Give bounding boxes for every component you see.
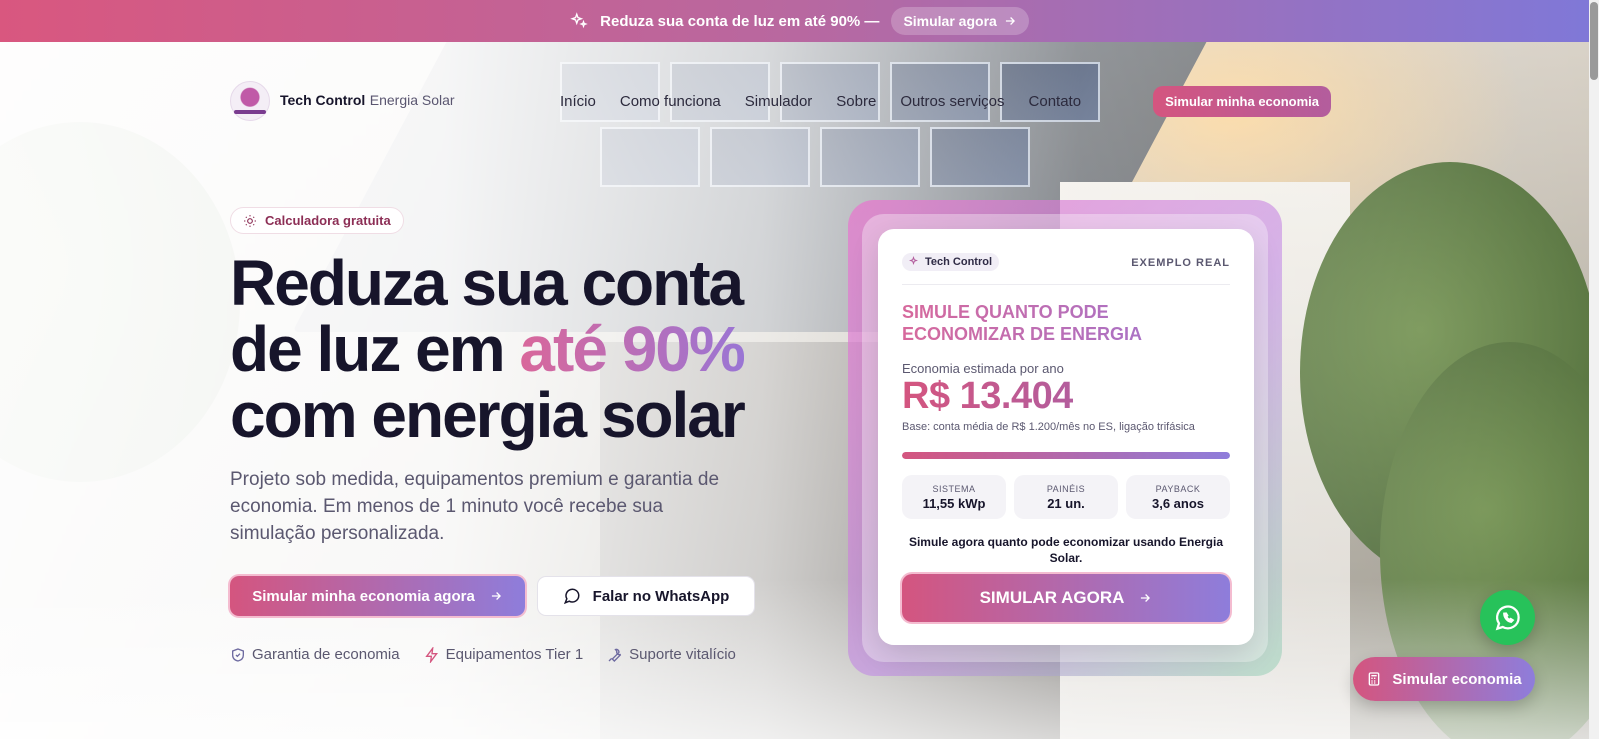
nav-simulate-button[interactable]: Simular minha economia [1153, 86, 1331, 117]
announcement-text: Reduza sua conta de luz em até 90% — [600, 12, 880, 30]
card-title: SIMULE QUANTO PODE ECONOMIZAR DE ENERGIA [902, 301, 1232, 345]
calculator-badge: Calculadora gratuita [230, 207, 404, 234]
simulate-economy-label: Simular minha economia agora [252, 587, 475, 605]
stat-label: PAINÉIS [1046, 483, 1086, 494]
main-navbar: Tech Control Energia Solar Início Como f… [230, 80, 1331, 122]
float-simulate-button[interactable]: Simular economia [1353, 657, 1535, 701]
trust-label: Equipamentos Tier 1 [445, 646, 584, 663]
scrollbar-thumb[interactable] [1590, 2, 1598, 80]
stat-payback: PAYBACK 3,6 anos [1126, 475, 1230, 519]
float-simulate-label: Simular economia [1392, 670, 1522, 688]
headline-highlight: até 90% [519, 313, 745, 385]
wrench-icon [608, 648, 622, 662]
scrollbar[interactable] [1589, 0, 1599, 739]
stat-label: SISTEMA [932, 483, 976, 494]
savings-progress-bar [902, 452, 1230, 459]
nav-links: Início Como funciona Simulador Sobre Out… [560, 93, 1081, 110]
sparkles-icon [570, 12, 588, 29]
whatsapp-button[interactable]: Falar no WhatsApp [537, 576, 755, 616]
stat-system: SISTEMA 11,55 kWp [902, 475, 1006, 519]
example-tag: EXEMPLO REAL [1131, 257, 1230, 269]
trust-item-equipment: Equipamentos Tier 1 [424, 646, 584, 663]
announcement-cta-label: Simular agora [903, 13, 997, 29]
trust-label: Suporte vitalício [629, 646, 736, 663]
shield-icon [232, 647, 244, 662]
estimate-base-note: Base: conta média de R$ 1.200/mês no ES,… [902, 421, 1195, 433]
arrow-right-icon [1005, 17, 1015, 25]
stat-value: 3,6 anos [1151, 495, 1205, 511]
trust-item-support: Suporte vitalício [607, 646, 736, 663]
brand-name: Tech Control [280, 92, 366, 108]
arrow-right-icon [1141, 594, 1151, 602]
estimate-label: Economia estimada por ano [902, 361, 1064, 376]
stat-value: 11,55 kWp [922, 495, 986, 511]
chat-bubble-icon [563, 588, 580, 605]
stat-label: PAYBACK [1155, 483, 1201, 494]
announcement-cta-button[interactable]: Simular agora [891, 7, 1029, 35]
headline-line-3: com energia solar [230, 379, 746, 451]
simulate-economy-button[interactable]: Simular minha economia agora [230, 576, 525, 616]
nav-link-contato[interactable]: Contato [1029, 93, 1082, 110]
simulator-card: Tech Control EXEMPLO REAL SIMULE QUANTO … [878, 229, 1254, 645]
simulate-now-label: SIMULAR AGORA [979, 588, 1125, 607]
whatsapp-float-button[interactable] [1480, 590, 1535, 645]
announcement-bar: Reduza sua conta de luz em até 90% — Sim… [0, 0, 1599, 42]
hero-subtitle: Projeto sob medida, equipamentos premium… [230, 469, 720, 544]
nav-link-sobre[interactable]: Sobre [836, 93, 876, 110]
card-brand-label: Tech Control [925, 256, 993, 268]
stat-value: 21 un. [1047, 495, 1085, 511]
nav-link-outros-servicos[interactable]: Outros serviços [900, 93, 1004, 110]
whatsapp-icon [1495, 604, 1520, 630]
estimate-value: R$ 13.404 [902, 375, 1073, 417]
bolt-icon [424, 646, 438, 663]
sparkles-icon [909, 256, 918, 265]
nav-link-como-funciona[interactable]: Como funciona [620, 93, 721, 110]
trust-label: Garantia de economia [252, 646, 400, 663]
whatsapp-button-label: Falar no WhatsApp [592, 587, 730, 605]
arrow-right-icon [491, 592, 501, 600]
stat-panels: PAINÉIS 21 un. [1014, 475, 1118, 519]
simulate-now-button[interactable]: SIMULAR AGORA [902, 574, 1230, 622]
headline-line-2: de luz em [230, 313, 506, 385]
card-brand-badge: Tech Control [902, 253, 1000, 271]
headline-line-1: Reduza sua conta [230, 247, 744, 319]
trust-badges: Garantia de economia Equipamentos Tier 1… [230, 646, 736, 663]
calculator-icon [1369, 672, 1380, 686]
hero-headline: Reduza sua conta de luz em até 90% com e… [230, 250, 790, 448]
logo-mark [230, 81, 270, 121]
sun-icon [244, 214, 256, 227]
trust-item-guarantee: Garantia de economia [230, 646, 400, 663]
nav-link-inicio[interactable]: Início [560, 93, 596, 110]
stats-row: SISTEMA 11,55 kWp PAINÉIS 21 un. PAYBACK… [902, 475, 1230, 519]
badge-label: Calculadora gratuita [265, 213, 391, 228]
card-note: Simule agora quanto pode economizar usan… [908, 535, 1224, 565]
progress-fill [902, 452, 1230, 459]
card-divider [902, 284, 1230, 285]
brand-tagline: Energia Solar [369, 92, 455, 108]
brand-logo[interactable]: Tech Control Energia Solar [230, 81, 455, 121]
nav-link-simulador[interactable]: Simulador [745, 93, 813, 110]
